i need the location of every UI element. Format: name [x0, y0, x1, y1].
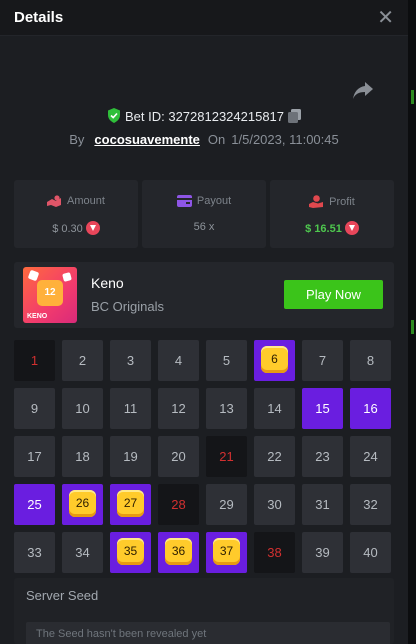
close-icon[interactable]: ✕	[377, 5, 394, 30]
keno-cell-40: 40	[350, 532, 391, 573]
keno-cell-14: 14	[254, 388, 295, 429]
keno-cell-5: 5	[206, 340, 247, 381]
hit-gem: 37	[213, 538, 240, 565]
keno-cell-33: 33	[14, 532, 55, 573]
hit-gem: 27	[117, 490, 144, 517]
keno-cell-35: 35	[110, 532, 151, 573]
stat-profit: Profit $ 16.51	[270, 180, 394, 248]
keno-cell-22: 22	[254, 436, 295, 477]
keno-cell-21: 21	[206, 436, 247, 477]
keno-cell-6: 6	[254, 340, 295, 381]
keno-cell-20: 20	[158, 436, 199, 477]
thumb-text: KENO	[27, 313, 48, 320]
keno-cell-25: 25	[14, 484, 55, 525]
thumb-number: 12	[37, 280, 63, 306]
play-now-button[interactable]: Play Now	[284, 280, 383, 309]
keno-cell-8: 8	[350, 340, 391, 381]
payout-value: 56 x	[193, 221, 215, 233]
keno-cell-34: 34	[62, 532, 103, 573]
game-provider: BC Originals	[91, 299, 164, 314]
keno-cell-17: 17	[14, 436, 55, 477]
keno-cell-26: 26	[62, 484, 103, 525]
hit-gem: 36	[165, 538, 192, 565]
username-link[interactable]: cocosuavemente	[94, 132, 200, 147]
keno-cell-10: 10	[62, 388, 103, 429]
bet-byline: By cocosuavemente On 1/5/2023, 11:00:45	[0, 132, 408, 147]
keno-cell-24: 24	[350, 436, 391, 477]
keno-cell-4: 4	[158, 340, 199, 381]
keno-cell-19: 19	[110, 436, 151, 477]
wallet-icon	[176, 195, 192, 207]
game-card: 12 KENO Keno BC Originals Play Now	[14, 262, 394, 328]
keno-cell-3: 3	[110, 340, 151, 381]
game-name: Keno	[91, 275, 124, 291]
amount-label: Amount	[67, 195, 105, 207]
by-label: By	[69, 132, 85, 147]
details-panel: Details ✕ Bet ID: 3272812324215817 By coc…	[0, 0, 408, 644]
bet-datetime: 1/5/2023, 11:00:45	[231, 132, 339, 147]
bet-id-line: Bet ID: 3272812324215817	[0, 108, 408, 124]
keno-cell-32: 32	[350, 484, 391, 525]
on-label: On	[207, 132, 226, 147]
keno-cell-31: 31	[302, 484, 343, 525]
dice-icon	[62, 272, 72, 282]
keno-cell-30: 30	[254, 484, 295, 525]
share-icon[interactable]	[352, 80, 374, 100]
keno-cell-27: 27	[110, 484, 151, 525]
trx-coin-icon	[344, 221, 359, 235]
server-seed-field: The Seed hasn't been revealed yet	[26, 622, 390, 644]
bet-id: Bet ID: 3272812324215817	[124, 109, 285, 124]
keno-cell-1: 1	[14, 340, 55, 381]
copy-icon[interactable]	[288, 109, 302, 123]
hit-gem: 35	[117, 538, 144, 565]
keno-cell-9: 9	[14, 388, 55, 429]
profit-value: $ 16.51	[305, 223, 342, 235]
profit-hand-icon	[309, 195, 324, 208]
keno-cell-11: 11	[110, 388, 151, 429]
hit-gem: 26	[69, 490, 96, 517]
keno-cell-12: 12	[158, 388, 199, 429]
keno-cell-37: 37	[206, 532, 247, 573]
keno-cell-36: 36	[158, 532, 199, 573]
server-seed-label: Server Seed	[26, 588, 99, 603]
panel-header: Details ✕	[0, 0, 408, 36]
panel-title: Details	[14, 9, 64, 26]
profit-label: Profit	[329, 196, 355, 208]
keno-cell-18: 18	[62, 436, 103, 477]
dice-icon	[27, 269, 40, 282]
stat-payout: Payout 56 x	[142, 180, 266, 248]
keno-cell-16: 16	[350, 388, 391, 429]
keno-thumbnail[interactable]: 12 KENO	[23, 267, 77, 323]
server-seed-placeholder: The Seed hasn't been revealed yet	[36, 628, 207, 640]
keno-cell-13: 13	[206, 388, 247, 429]
money-hand-icon	[47, 195, 62, 207]
keno-cell-28: 28	[158, 484, 199, 525]
keno-cell-7: 7	[302, 340, 343, 381]
server-seed-section: Server Seed The Seed hasn't been reveale…	[14, 578, 394, 644]
hit-gem: 6	[261, 346, 288, 373]
keno-cell-2: 2	[62, 340, 103, 381]
payout-label: Payout	[196, 195, 232, 207]
trx-coin-icon	[85, 221, 100, 235]
keno-cell-39: 39	[302, 532, 343, 573]
stat-amount: Amount $ 0.30	[14, 180, 138, 248]
keno-cell-38: 38	[254, 532, 295, 573]
bet-stats: Amount $ 0.30 Payout 56 x Profit $ 16.51	[14, 180, 394, 248]
keno-cell-29: 29	[206, 484, 247, 525]
background-edge	[408, 0, 416, 644]
keno-cell-23: 23	[302, 436, 343, 477]
shield-check-icon	[107, 108, 120, 123]
keno-cell-15: 15	[302, 388, 343, 429]
amount-value: $ 0.30	[52, 223, 83, 235]
